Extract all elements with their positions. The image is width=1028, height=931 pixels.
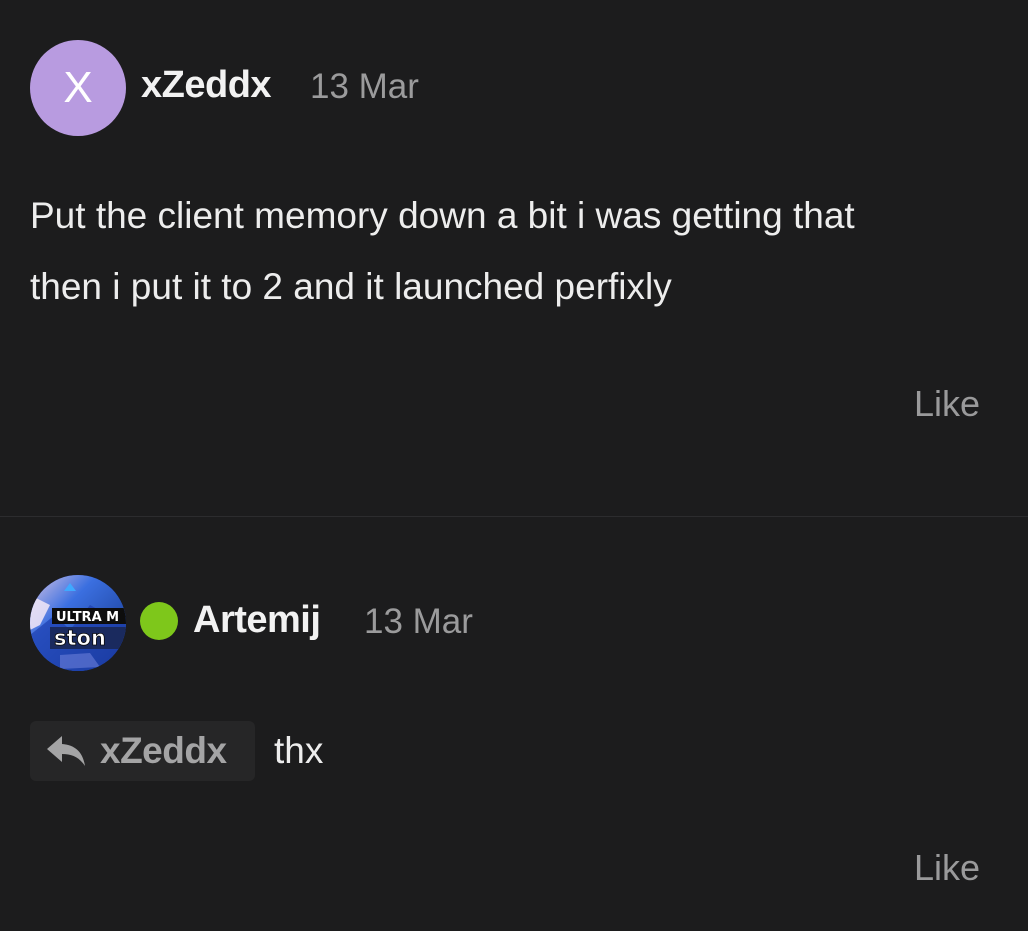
post-username[interactable]: Artemij — [193, 599, 321, 642]
comment-post: ULTRA M ston Artemij 13 Mar xZeddx thx L… — [0, 517, 1028, 931]
post-body-line: Put the client memory down a bit i was g… — [30, 195, 855, 236]
post-date: 13 Mar — [364, 602, 473, 641]
avatar-image-text: ULTRA M — [56, 610, 119, 625]
reply-reference[interactable]: xZeddx — [30, 721, 255, 781]
post-username[interactable]: xZeddx — [141, 64, 272, 107]
like-button[interactable]: Like — [914, 847, 980, 889]
post-date: 13 Mar — [310, 67, 419, 106]
user-avatar[interactable]: X — [30, 40, 126, 136]
reply-username: xZeddx — [100, 730, 227, 771]
comment-post: X xZeddx 13 Mar Put the client memory do… — [0, 0, 1028, 516]
post-body: thx — [274, 730, 324, 771]
avatar-initial: X — [63, 63, 93, 112]
post-body: Put the client memory down a bit i was g… — [30, 180, 855, 322]
avatar-image-text: ston — [54, 626, 106, 650]
reply-arrow-icon — [44, 731, 88, 771]
like-button[interactable]: Like — [914, 383, 980, 425]
avatar-image: ULTRA M ston — [30, 575, 126, 671]
post-body-line: then i put it to 2 and it launched perfi… — [30, 266, 672, 307]
online-status-dot — [140, 602, 178, 640]
user-avatar[interactable]: ULTRA M ston — [30, 575, 126, 671]
